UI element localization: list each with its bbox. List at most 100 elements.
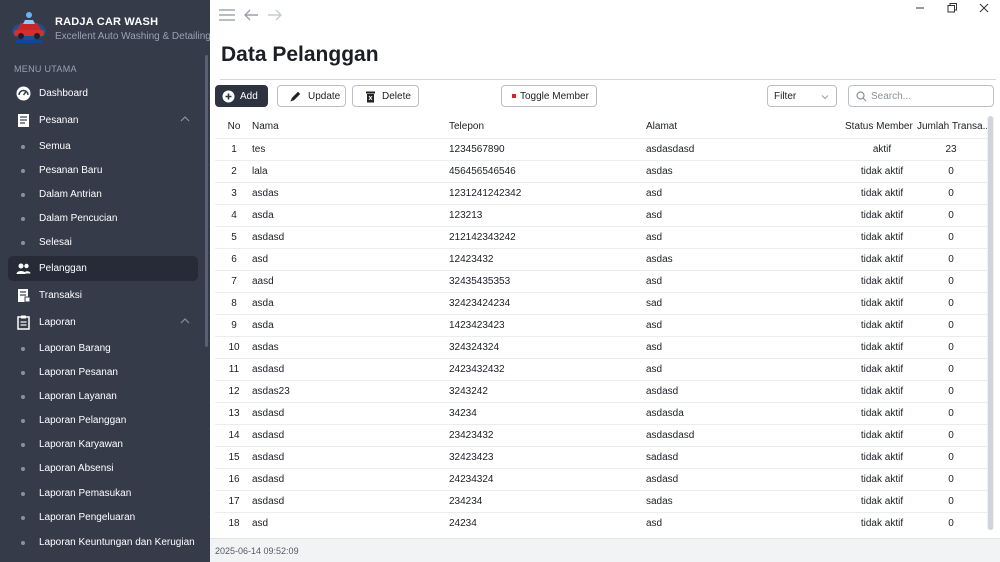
sidebar-subitem-laporan-layanan[interactable]: Laporan Layanan <box>8 386 198 408</box>
sidebar-item-pelanggan[interactable]: Pelanggan <box>8 256 198 281</box>
close-window-icon[interactable] <box>972 1 996 15</box>
cell-alamat: asdas <box>646 254 673 265</box>
cell-status-member: tidak aktif <box>860 188 904 199</box>
cell-no: 13 <box>228 408 240 419</box>
table-row[interactable]: 10 asdas 324324324 asd tidak aktif 0 <box>215 336 987 358</box>
hamburger-menu-icon[interactable] <box>218 7 236 23</box>
table-row[interactable]: 4 asda 123213 asd tidak aktif 0 <box>215 204 987 226</box>
cell-telepon: 1231241242342 <box>449 188 522 199</box>
table-row[interactable]: 16 asdasd 24234324 asdasd tidak aktif 0 <box>215 468 987 490</box>
table-row[interactable]: 17 asdasd 234234 sadas tidak aktif 0 <box>215 490 987 512</box>
status-bar: 2025-06-14 09:52:09 <box>210 538 1000 562</box>
bullet-icon <box>21 217 25 221</box>
delete-button[interactable]: Delete <box>352 85 419 107</box>
cell-alamat: asd <box>646 210 663 221</box>
toggle-member-button[interactable]: Toggle Member <box>501 85 597 107</box>
table-row[interactable]: 8 asda 32423424234 sad tidak aktif 0 <box>215 292 987 314</box>
cell-nama: asdasd <box>252 452 285 463</box>
cell-no: 9 <box>231 320 237 331</box>
table-row[interactable]: 5 asdasd 212142343242 asd tidak aktif 0 <box>215 226 987 248</box>
table-row[interactable]: 15 asdasd 32423423 sadasd tidak aktif 0 <box>215 446 987 468</box>
sidebar-subitem-dalam-pencucian[interactable]: Dalam Pencucian <box>8 208 198 230</box>
cell-status-member: tidak aktif <box>860 254 904 265</box>
add-button-label: Add <box>240 91 258 102</box>
table-row[interactable]: 13 asdasd 34234 asdasda tidak aktif 0 <box>215 402 987 424</box>
minimize-window-icon[interactable] <box>908 1 932 15</box>
cell-alamat: sad <box>646 298 663 309</box>
cell-jumlah-transaksi: 0 <box>948 408 954 419</box>
cell-jumlah-transaksi: 0 <box>948 364 954 375</box>
table-row[interactable]: 11 asdasd 2423432432 asd tidak aktif 0 <box>215 358 987 380</box>
sidebar-subitem-selesai[interactable]: Selesai <box>8 232 198 254</box>
sidebar-subitem-laporan-karyawan[interactable]: Laporan Karyawan <box>8 434 198 456</box>
cell-status-member: tidak aktif <box>860 298 904 309</box>
column-header-status-member[interactable]: Status Member <box>845 121 913 132</box>
cell-jumlah-transaksi: 0 <box>948 254 954 265</box>
cell-nama: lala <box>252 166 268 177</box>
cell-nama: asdasd <box>252 474 285 485</box>
trash-icon <box>366 91 375 103</box>
sidebar-subitem-laporan-pelanggan[interactable]: Laporan Pelanggan <box>8 410 198 432</box>
add-button[interactable]: Add <box>215 85 268 107</box>
cell-nama: asda <box>252 210 274 221</box>
sidebar-item-laporan[interactable]: Laporan <box>8 310 198 335</box>
clipboard-icon <box>17 315 30 330</box>
sidebar-subitem-laporan-pemasukan[interactable]: Laporan Pemasukan <box>8 483 198 505</box>
sidebar-subitem-label: Dalam Pencucian <box>39 213 118 224</box>
table-scrollbar[interactable] <box>987 116 994 530</box>
cell-nama: asda <box>252 320 274 331</box>
column-header-telepon[interactable]: Telepon <box>449 121 484 132</box>
sidebar-item-transaksi[interactable]: Transaksi <box>8 283 198 308</box>
column-header-jumlah-transaksi[interactable]: Jumlah Transa... <box>917 121 987 132</box>
cell-telepon: 23423432 <box>449 430 494 441</box>
search-input[interactable] <box>871 89 989 103</box>
sidebar-item-pesanan[interactable]: Pesanan <box>8 108 198 133</box>
update-button[interactable]: Update <box>277 85 346 107</box>
table-row[interactable]: 9 asda 1423423423 asd tidak aktif 0 <box>215 314 987 336</box>
back-arrow-icon[interactable] <box>242 7 260 23</box>
cell-status-member: tidak aktif <box>860 496 904 507</box>
cell-alamat: asdasdasd <box>646 430 695 441</box>
sidebar-subitem-laporan-keuntungan[interactable]: Laporan Keuntungan dan Kerugian <box>8 532 198 554</box>
page-title: Data Pelanggan <box>221 43 379 66</box>
cell-jumlah-transaksi: 0 <box>948 276 954 287</box>
bullet-icon <box>21 193 25 197</box>
sidebar-subitem-pesanan-baru[interactable]: Pesanan Baru <box>8 160 198 182</box>
sidebar-subitem-laporan-barang[interactable]: Laporan Barang <box>8 338 198 360</box>
table-row[interactable]: 14 asdasd 23423432 asdasdasd tidak aktif 0 <box>215 424 987 446</box>
table-row[interactable]: 2 lala 456456546546 asdas tidak aktif 0 <box>215 160 987 182</box>
sidebar-item-dashboard[interactable]: Dashboard <box>8 81 198 106</box>
cell-nama: asd <box>252 518 269 529</box>
cell-jumlah-transaksi: 0 <box>948 166 954 177</box>
filter-dropdown[interactable]: Filter <box>767 85 837 107</box>
column-header-no[interactable]: No <box>215 121 253 132</box>
sidebar: RADJA CAR WASH Excellent Auto Washing & … <box>0 0 210 562</box>
sidebar-scrollbar[interactable] <box>205 55 208 347</box>
sidebar-subitem-laporan-absensi[interactable]: Laporan Absensi <box>8 458 198 480</box>
table-row[interactable]: 7 aasd 32435435353 asd tidak aktif 0 <box>215 270 987 292</box>
forward-arrow-icon[interactable] <box>266 7 284 23</box>
column-header-nama[interactable]: Nama <box>252 121 279 132</box>
sidebar-subitem-dalam-antrian[interactable]: Dalam Antrian <box>8 184 198 206</box>
sidebar-subitem-laporan-pesanan[interactable]: Laporan Pesanan <box>8 362 198 384</box>
cell-status-member: tidak aktif <box>860 452 904 463</box>
table-row[interactable]: 12 asdas23 3243242 asdasd tidak aktif 0 <box>215 380 987 402</box>
cell-no: 11 <box>228 364 240 375</box>
cell-jumlah-transaksi: 0 <box>948 430 954 441</box>
table-row[interactable]: 3 asdas 1231241242342 asd tidak aktif 0 <box>215 182 987 204</box>
table-row[interactable]: 6 asd 12423432 asdas tidak aktif 0 <box>215 248 987 270</box>
dashboard-gauge-icon <box>16 86 31 101</box>
sidebar-subitem-semua[interactable]: Semua <box>8 136 198 158</box>
restore-window-icon[interactable] <box>940 1 964 15</box>
table-row[interactable]: 18 asd 24234 asd tidak aktif 0 <box>215 512 987 534</box>
table-scrollbar-thumb[interactable] <box>988 116 993 530</box>
cell-status-member: tidak aktif <box>860 364 904 375</box>
title-bar <box>210 0 1000 32</box>
sidebar-subitem-laporan-pengeluaran[interactable]: Laporan Pengeluaran <box>8 507 198 529</box>
cell-no: 5 <box>231 232 237 243</box>
table-row[interactable]: 1 tes 1234567890 asdasdasd aktif 23 <box>215 138 987 160</box>
column-header-alamat[interactable]: Alamat <box>646 121 677 132</box>
menu-section-title: MENU UTAMA <box>14 64 77 74</box>
cell-jumlah-transaksi: 0 <box>948 210 954 221</box>
search-box[interactable] <box>848 85 994 107</box>
